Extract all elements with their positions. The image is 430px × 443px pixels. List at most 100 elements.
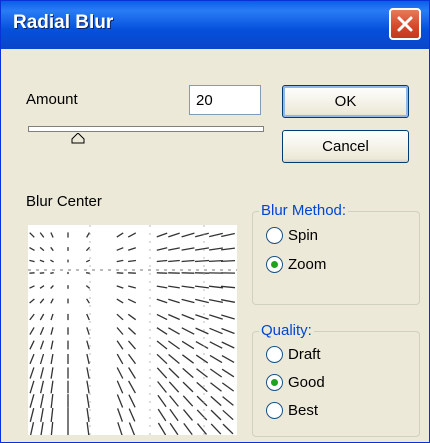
blur-streak [157, 394, 167, 408]
zoom-blur-preview-graphic [28, 225, 237, 435]
blur-streak [50, 285, 54, 289]
blur-streak [128, 422, 136, 435]
blur-method-title: Blur Method: [259, 202, 349, 219]
blur-streak [210, 382, 222, 392]
blur-streak [156, 327, 168, 335]
blur-streak [195, 314, 209, 320]
blur-streak [169, 395, 179, 407]
blur-streak [128, 408, 136, 422]
blur-streak [196, 395, 208, 407]
amount-slider-track[interactable] [28, 126, 264, 132]
blur-streak [29, 340, 35, 350]
radial-blur-dialog: Radial Blur Amount OK Cancel Blur Center… [0, 0, 430, 443]
blur-streak [183, 409, 193, 421]
blur-streak [86, 327, 90, 335]
blur-streak [195, 232, 209, 238]
radio-good[interactable]: Good [266, 374, 325, 391]
blur-streak [195, 354, 209, 364]
blur-streak [39, 232, 45, 238]
blur-streak [181, 298, 195, 304]
blur-streak [29, 313, 35, 321]
blur-streak [50, 407, 54, 423]
blur-streak [156, 259, 168, 263]
blur-streak [116, 380, 124, 394]
blur-streak [127, 313, 137, 321]
amount-input[interactable] [189, 85, 261, 115]
blur-streak [128, 394, 136, 408]
blur-streak [29, 394, 35, 408]
blur-streak [127, 298, 137, 304]
blur-streak [168, 259, 180, 263]
blur-streak [168, 381, 180, 393]
blur-streak [29, 367, 35, 379]
blur-streak [157, 408, 167, 422]
blur-streak [156, 247, 168, 251]
radio-zoom[interactable]: Zoom [266, 256, 326, 273]
blur-streak [181, 247, 195, 251]
blur-streak [116, 340, 124, 350]
blur-streak [86, 380, 90, 394]
blur-streak [156, 232, 168, 238]
blur-streak [50, 272, 54, 274]
ok-button[interactable]: OK [282, 85, 409, 118]
blur-streak [183, 423, 193, 435]
blur-streak [86, 408, 90, 422]
blur-streak [116, 259, 124, 263]
cancel-button[interactable]: Cancel [282, 130, 409, 163]
blur-streak [116, 353, 124, 365]
radio-best[interactable]: Best [266, 402, 318, 419]
blur-streak [208, 285, 224, 289]
blur-streak [39, 246, 45, 252]
blur-streak [168, 327, 180, 335]
blur-streak [221, 247, 235, 251]
blur-streak [194, 259, 210, 263]
blur-streak [221, 382, 235, 392]
blur-streak [85, 246, 91, 252]
blur-streak [196, 368, 208, 378]
blur-streak [195, 341, 209, 349]
quality-title: Quality: [259, 322, 314, 339]
blur-streak [39, 340, 45, 350]
blur-streak [157, 381, 167, 393]
blur-streak [50, 246, 54, 252]
blur-streak [127, 247, 137, 251]
radio-good-label: Good [288, 374, 325, 391]
blur-streak [116, 313, 124, 321]
title-bar[interactable]: Radial Blur [1, 1, 429, 49]
radio-spin[interactable]: Spin [266, 227, 318, 244]
radio-selected-dot [271, 379, 278, 386]
blur-streak [50, 327, 54, 335]
blur-streak [50, 380, 54, 394]
blur-center-preview[interactable] [28, 225, 237, 435]
blur-streak [39, 353, 45, 365]
dialog-body: Amount OK Cancel Blur Center Blur Method… [6, 49, 424, 437]
blur-streak [196, 381, 208, 393]
blur-streak [156, 285, 168, 289]
blur-streak [29, 408, 35, 422]
blur-streak [209, 247, 223, 251]
blur-streak [181, 313, 195, 321]
blur-streak [156, 298, 168, 304]
blur-streak [209, 368, 223, 378]
blur-streak [221, 368, 235, 378]
blur-streak [50, 259, 54, 263]
blur-streak [222, 409, 234, 421]
radio-zoom-circle [266, 256, 283, 273]
radio-draft[interactable]: Draft [266, 346, 321, 363]
blur-streak [39, 285, 45, 289]
blur-streak [156, 367, 168, 379]
blur-streak [86, 393, 90, 409]
blur-streak [195, 298, 209, 304]
blur-streak [116, 394, 124, 408]
blur-streak [86, 313, 90, 321]
blur-streak [210, 395, 222, 407]
close-button[interactable] [389, 8, 421, 40]
blur-streak [85, 272, 91, 274]
blur-streak [181, 232, 195, 238]
radio-selected-dot [271, 261, 278, 268]
amount-slider-thumb[interactable] [71, 133, 85, 144]
blur-streak [181, 340, 195, 350]
blur-streak [195, 327, 209, 335]
blur-streak [50, 394, 54, 408]
blur-streak [208, 298, 224, 304]
